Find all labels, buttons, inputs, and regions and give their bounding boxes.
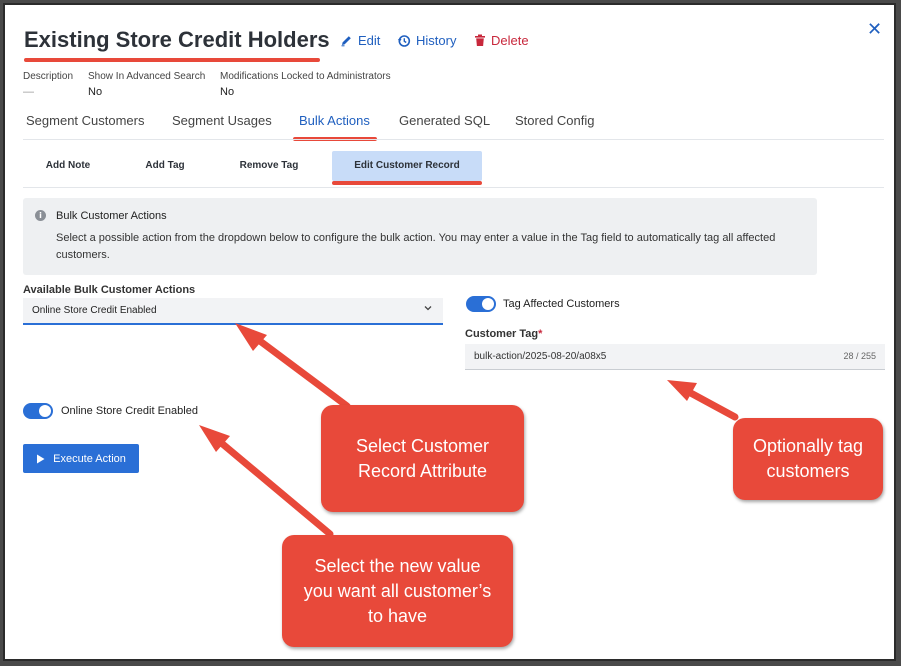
annotation-select-attribute: Select Customer Record Attribute — [321, 405, 524, 512]
arrow-to-tag — [683, 387, 739, 421]
arrow-to-dropdown — [252, 334, 351, 410]
annotation-optionally-tag: Optionally tag customers — [733, 418, 883, 500]
modal-frame: Existing Store Credit Holders Edit Histo… — [3, 3, 896, 661]
annotation-select-new-value: Select the new value you want all custom… — [282, 535, 513, 647]
arrow-to-toggle — [215, 437, 334, 538]
